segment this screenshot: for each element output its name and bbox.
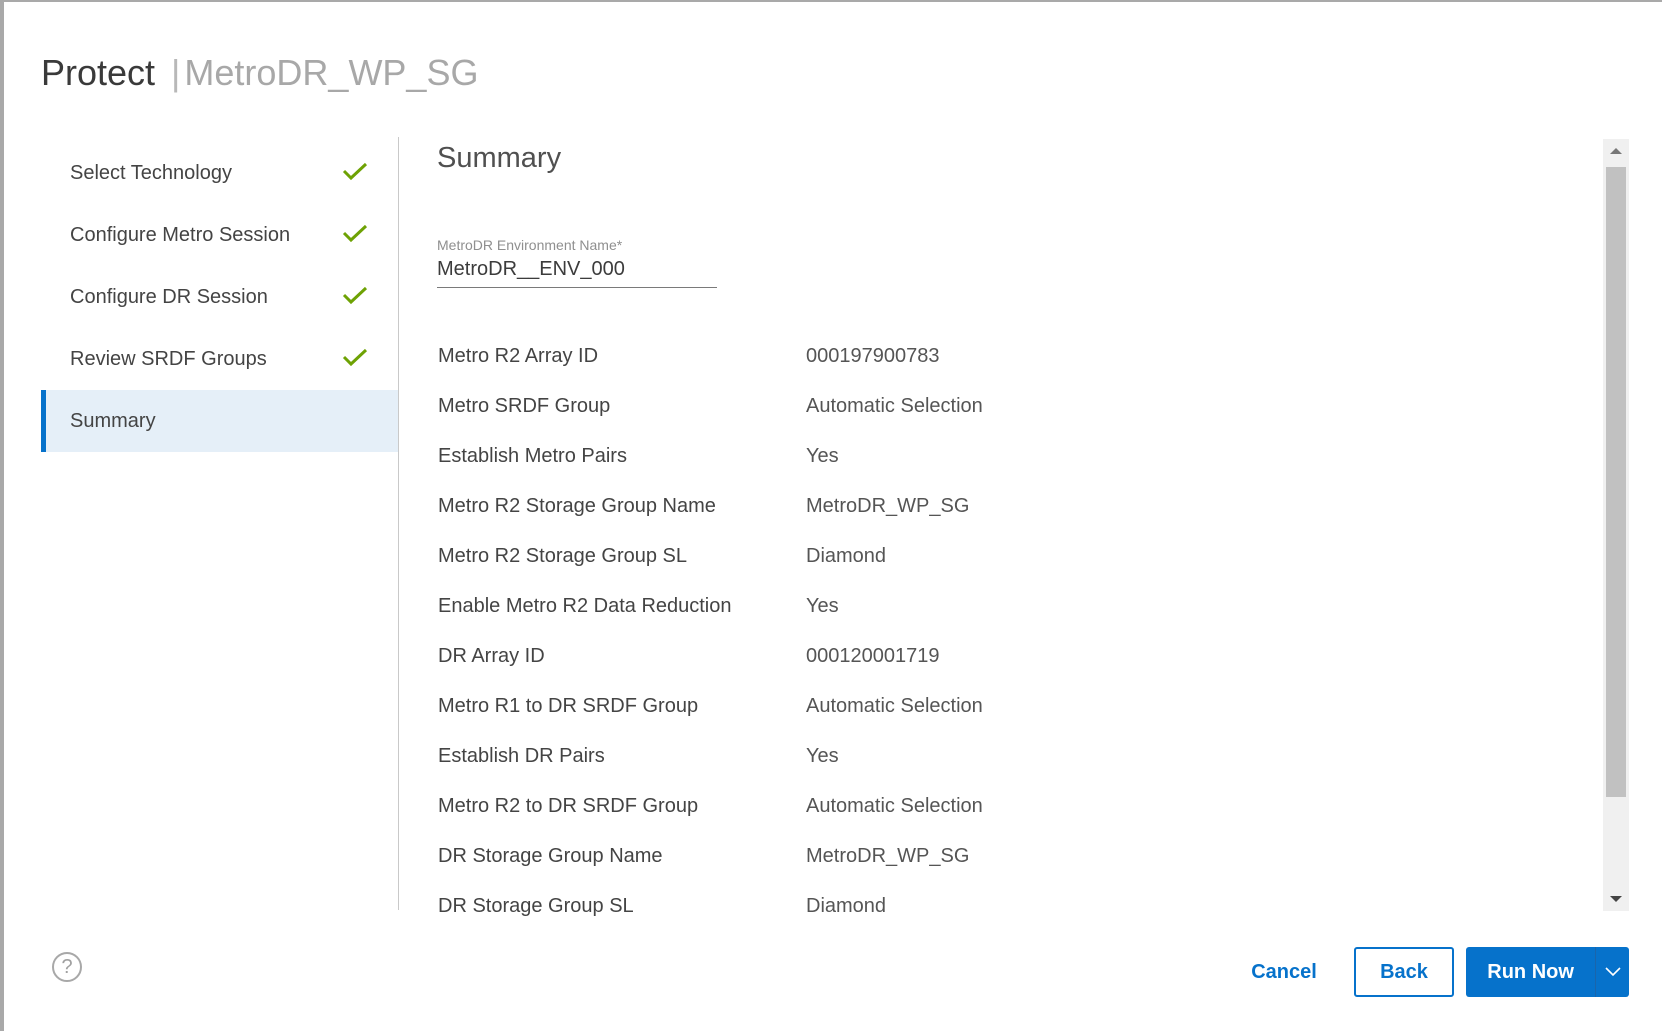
summary-value: Yes [806, 744, 839, 767]
step-summary[interactable]: Summary [41, 390, 399, 452]
check-icon [342, 224, 368, 243]
scroll-down-button[interactable] [1603, 887, 1629, 911]
env-name-field: MetroDR Environment Name* [437, 236, 717, 288]
env-name-input[interactable] [437, 254, 717, 288]
content-scrollbar[interactable] [1603, 139, 1629, 911]
summary-value: MetroDR_WP_SG [806, 494, 970, 517]
cancel-button[interactable]: Cancel [1244, 947, 1324, 997]
scrollbar-thumb[interactable] [1606, 167, 1626, 797]
summary-value: Yes [806, 444, 839, 467]
triangle-up-icon [1610, 148, 1622, 154]
env-name-label: MetroDR Environment Name* [437, 237, 623, 253]
summary-value: Yes [806, 594, 839, 617]
check-icon [342, 162, 368, 181]
wizard-steps: Select Technology Configure Metro Sessio… [41, 142, 399, 452]
summary-key: Metro SRDF Group [438, 394, 611, 417]
summary-row: Metro R1 to DR SRDF Group Automatic Selec… [438, 681, 983, 731]
summary-list: Metro R2 Array ID 000197900783 Metro SRDF… [438, 331, 983, 931]
step-label: Configure DR Session [70, 285, 268, 308]
summary-row: Establish DR Pairs Yes [438, 731, 983, 781]
summary-key: DR Array ID [438, 644, 545, 667]
summary-key: Metro R2 Array ID [438, 344, 599, 367]
chevron-down-icon [1605, 967, 1621, 977]
summary-value: Diamond [806, 894, 887, 917]
summary-key: DR Storage Group Name [438, 844, 663, 867]
summary-key: Metro R2 to DR SRDF Group [438, 794, 699, 817]
step-label: Summary [70, 409, 156, 432]
step-label: Configure Metro Session [70, 223, 291, 246]
protect-dialog: Protect | MetroDR_WP_SG Select Technolog… [4, 2, 1662, 1031]
summary-row: DR Storage Group Name MetroDR_WP_SG [438, 831, 983, 881]
run-options-dropdown[interactable] [1595, 947, 1629, 997]
step-configure-dr-session[interactable]: Configure DR Session [41, 266, 399, 328]
summary-key: Metro R1 to DR SRDF Group [438, 694, 699, 717]
summary-key: DR Storage Group SL [438, 894, 634, 917]
summary-value: Automatic Selection [806, 394, 983, 417]
summary-row: Metro SRDF Group Automatic Selection [438, 381, 983, 431]
summary-row: DR Storage Group SL Diamond [438, 881, 983, 931]
summary-key: Establish Metro Pairs [438, 444, 627, 467]
summary-row: Metro R2 Array ID 000197900783 [438, 331, 983, 381]
summary-value: Automatic Selection [806, 694, 983, 717]
help-icon[interactable]: ? [52, 952, 82, 982]
steps-divider [398, 137, 399, 910]
step-configure-metro-session[interactable]: Configure Metro Session [41, 204, 399, 266]
dialog-title: Protect | MetroDR_WP_SG [41, 48, 478, 98]
summary-value: Automatic Selection [806, 794, 983, 817]
summary-key: Establish DR Pairs [438, 744, 605, 767]
back-button[interactable]: Back [1354, 947, 1454, 997]
summary-value: 000197900783 [806, 344, 940, 367]
summary-row: Metro R2 to DR SRDF Group Automatic Selec… [438, 781, 983, 831]
scroll-up-button[interactable] [1603, 139, 1629, 163]
summary-row: Establish Metro Pairs Yes [438, 431, 983, 481]
dialog-title-subtitle: MetroDR_WP_SG [184, 52, 479, 93]
step-select-technology[interactable]: Select Technology [41, 142, 399, 204]
summary-row: Enable Metro R2 Data Reduction Yes [438, 581, 983, 631]
summary-value: 000120001719 [806, 644, 940, 667]
step-label: Review SRDF Groups [70, 347, 267, 370]
step-review-srdf-groups[interactable]: Review SRDF Groups [41, 328, 399, 390]
summary-key: Metro R2 Storage Group SL [438, 544, 688, 567]
check-icon [342, 286, 368, 305]
content-title: Summary [437, 142, 562, 174]
step-label: Select Technology [70, 161, 232, 184]
summary-key: Metro R2 Storage Group Name [438, 494, 716, 517]
title-separator: | [171, 52, 181, 93]
run-now-split-button: Run Now [1466, 947, 1629, 997]
summary-value: Diamond [806, 544, 887, 567]
run-now-button[interactable]: Run Now [1466, 947, 1595, 997]
check-icon [342, 348, 368, 367]
summary-key: Enable Metro R2 Data Reduction [438, 594, 732, 617]
dialog-title-main: Protect [41, 52, 156, 93]
summary-row: DR Array ID 000120001719 [438, 631, 983, 681]
summary-row: Metro R2 Storage Group SL Diamond [438, 531, 983, 581]
summary-value: MetroDR_WP_SG [806, 844, 970, 867]
triangle-down-icon [1610, 896, 1622, 902]
summary-row: Metro R2 Storage Group Name MetroDR_WP_SG [438, 481, 983, 531]
